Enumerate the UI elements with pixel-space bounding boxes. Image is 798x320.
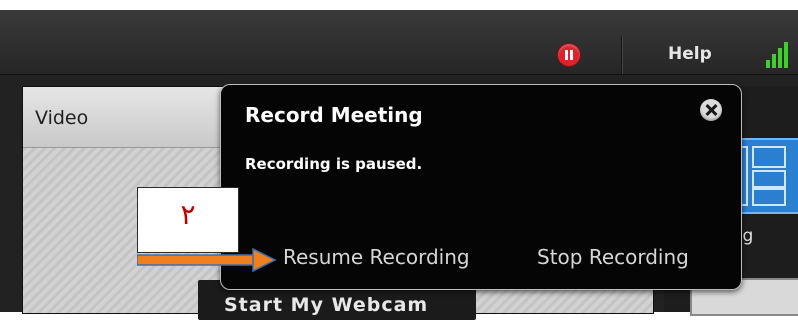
pointer-arrow-icon (137, 248, 277, 272)
top-toolbar: Help (0, 10, 798, 75)
toolbar-divider (621, 36, 622, 74)
video-pod-title: Video (35, 107, 89, 129)
help-menu[interactable]: Help (668, 44, 712, 64)
stop-recording-button[interactable]: Stop Recording (537, 245, 689, 269)
step-callout: ٢ (137, 187, 239, 253)
dialog-title: Record Meeting (245, 103, 423, 127)
signal-strength-icon (766, 40, 798, 68)
pause-recording-icon[interactable] (558, 44, 580, 66)
recording-status: Recording is paused. (245, 155, 423, 173)
step-number: ٢ (180, 198, 196, 231)
record-meeting-dialog: Record Meeting Recording is paused. Resu… (220, 84, 742, 290)
close-icon[interactable] (700, 99, 722, 121)
resume-recording-button[interactable]: Resume Recording (283, 245, 470, 269)
start-webcam-label: Start My Webcam (224, 294, 429, 316)
